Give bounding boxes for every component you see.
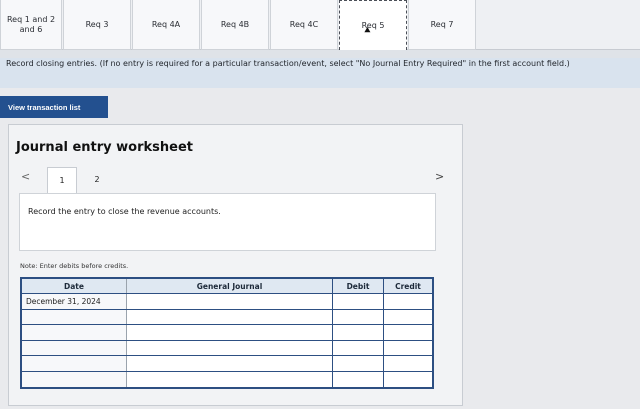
- tab-req-4c[interactable]: Req 4C: [270, 0, 338, 50]
- table-row: [22, 356, 432, 372]
- date-cell[interactable]: [22, 371, 127, 387]
- table-row: [22, 340, 432, 356]
- requirement-tabs: Req 1 and 2 and 6 Req 3 Req 4A Req 4B Re…: [0, 0, 640, 50]
- credit-field[interactable]: [384, 341, 432, 356]
- worksheet-title: Journal entry worksheet: [16, 140, 193, 155]
- table-row: [22, 325, 432, 341]
- mouse-cursor-icon: ⯅: [363, 24, 372, 37]
- view-transaction-list-button[interactable]: View transaction list: [0, 96, 108, 118]
- debit-field[interactable]: [333, 309, 384, 324]
- account-field[interactable]: [127, 294, 333, 309]
- date-cell[interactable]: December 31, 2024: [22, 294, 127, 309]
- page-tab-1[interactable]: 1: [47, 167, 77, 193]
- debit-field[interactable]: [333, 371, 384, 387]
- instructions-text: Record closing entries. (If no entry is …: [0, 58, 640, 88]
- page-tab-2[interactable]: 2: [82, 167, 112, 191]
- credit-field[interactable]: [384, 310, 432, 325]
- tab-req-7[interactable]: Req 7: [408, 0, 476, 50]
- header-debit: Debit: [333, 279, 384, 293]
- credit-field[interactable]: [384, 294, 432, 309]
- tab-req-5[interactable]: Req 5: [339, 0, 407, 50]
- table-row: [22, 371, 432, 388]
- account-field[interactable]: [127, 309, 333, 324]
- tab-req-3[interactable]: Req 3: [63, 0, 131, 50]
- tab-req-4a[interactable]: Req 4A: [132, 0, 200, 50]
- table-row: [22, 309, 432, 325]
- header-credit: Credit: [395, 281, 421, 291]
- journal-entry-worksheet: Journal entry worksheet < 1 2 > Record t…: [8, 124, 463, 406]
- tab-req-4b[interactable]: Req 4B: [201, 0, 269, 50]
- date-cell[interactable]: [22, 325, 127, 340]
- note-text: Note: Enter debits before credits.: [20, 262, 129, 270]
- chevron-left-icon[interactable]: <: [21, 170, 30, 183]
- debit-field[interactable]: [333, 294, 384, 309]
- credit-field[interactable]: [384, 325, 432, 340]
- credit-field[interactable]: [384, 356, 432, 371]
- account-field[interactable]: [127, 340, 333, 355]
- debit-field[interactable]: [333, 356, 384, 371]
- entry-description: Record the entry to close the revenue ac…: [19, 193, 436, 251]
- table-header-row: Date General Journal Debit Credit: [22, 279, 432, 294]
- account-field[interactable]: [127, 371, 333, 387]
- tab-req-1-2-6[interactable]: Req 1 and 2 and 6: [0, 0, 62, 50]
- entry-description-text: Record the entry to close the revenue ac…: [28, 207, 221, 216]
- debit-field[interactable]: [333, 325, 384, 340]
- credit-field[interactable]: [384, 372, 432, 388]
- date-cell[interactable]: [22, 340, 127, 355]
- debit-field[interactable]: [333, 340, 384, 355]
- tab-divider: [0, 50, 640, 58]
- chevron-right-icon[interactable]: >: [435, 170, 444, 183]
- header-date: Date: [22, 279, 127, 293]
- account-field[interactable]: [127, 325, 333, 340]
- date-cell[interactable]: [22, 309, 127, 324]
- table-row: December 31, 2024: [22, 294, 432, 310]
- date-cell[interactable]: [22, 356, 127, 371]
- header-general-journal: General Journal: [127, 279, 333, 293]
- account-field[interactable]: [127, 356, 333, 371]
- general-journal-table: Date General Journal Debit Credit Decemb…: [20, 277, 434, 389]
